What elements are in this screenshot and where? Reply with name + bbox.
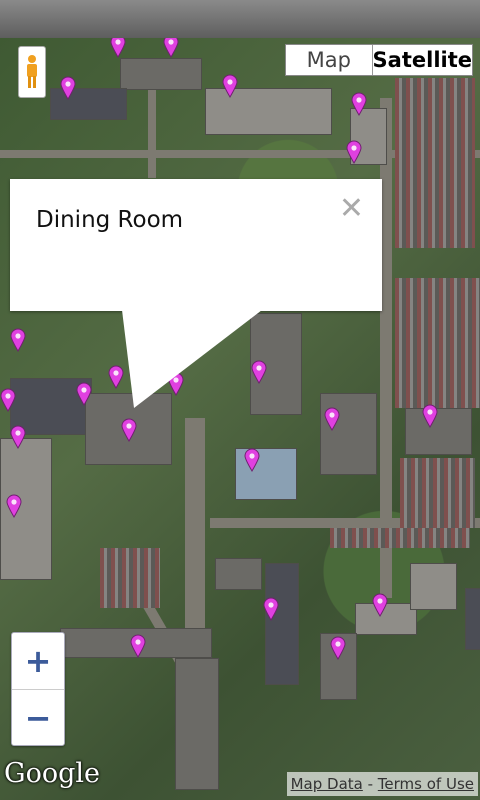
building: [410, 563, 457, 610]
building: [405, 408, 472, 455]
parking-lot: [100, 548, 160, 608]
map-marker-icon[interactable]: [330, 636, 346, 660]
parking-lot: [400, 458, 475, 528]
map-marker-icon[interactable]: [346, 140, 362, 164]
map-marker-icon[interactable]: [6, 494, 22, 518]
pegman-icon: [27, 55, 37, 88]
terms-of-use-link[interactable]: Terms of Use: [378, 775, 474, 793]
map-marker-icon[interactable]: [263, 597, 279, 621]
map-marker-icon[interactable]: [60, 76, 76, 100]
info-window-title: Dining Room: [36, 207, 184, 233]
map-marker-icon[interactable]: [76, 382, 92, 406]
map-marker-icon[interactable]: [244, 448, 260, 472]
map-type-map-button[interactable]: Map: [286, 45, 372, 75]
attribution-separator: -: [362, 775, 378, 793]
info-window-tail: [122, 310, 262, 408]
close-icon[interactable]: ✕: [339, 191, 364, 226]
attribution: Map Data - Terms of Use: [286, 772, 478, 796]
map-type-control: Map Satellite: [285, 44, 473, 76]
zoom-out-button[interactable]: −: [12, 690, 64, 746]
zoom-in-button[interactable]: +: [12, 633, 64, 690]
map-marker-icon[interactable]: [422, 404, 438, 428]
building: [320, 393, 377, 475]
map-marker-icon[interactable]: [222, 74, 238, 98]
street-view-pegman[interactable]: [18, 46, 46, 98]
parking-lot: [330, 528, 470, 548]
map-type-satellite-button[interactable]: Satellite: [371, 45, 472, 75]
road: [148, 78, 156, 178]
building: [465, 588, 480, 650]
map-marker-icon[interactable]: [10, 425, 26, 449]
google-logo: Google: [4, 758, 100, 789]
map-marker-icon[interactable]: [121, 418, 137, 442]
road: [185, 418, 205, 658]
map-marker-icon[interactable]: [0, 388, 16, 412]
building: [175, 658, 219, 790]
map-marker-icon[interactable]: [324, 407, 340, 431]
building: [120, 58, 202, 90]
parking-lot: [395, 278, 480, 408]
building: [265, 563, 299, 685]
satellite-map[interactable]: [0, 38, 480, 800]
map-marker-icon[interactable]: [10, 328, 26, 352]
map-marker-icon[interactable]: [372, 593, 388, 617]
parking-lot: [395, 78, 475, 248]
building: [215, 558, 262, 590]
status-bar: [0, 0, 480, 38]
map-marker-icon[interactable]: [351, 92, 367, 116]
map-marker-icon[interactable]: [130, 634, 146, 658]
map-data-link[interactable]: Map Data: [291, 775, 363, 793]
zoom-control: + −: [11, 632, 65, 746]
info-window: Dining Room ✕: [10, 179, 382, 311]
